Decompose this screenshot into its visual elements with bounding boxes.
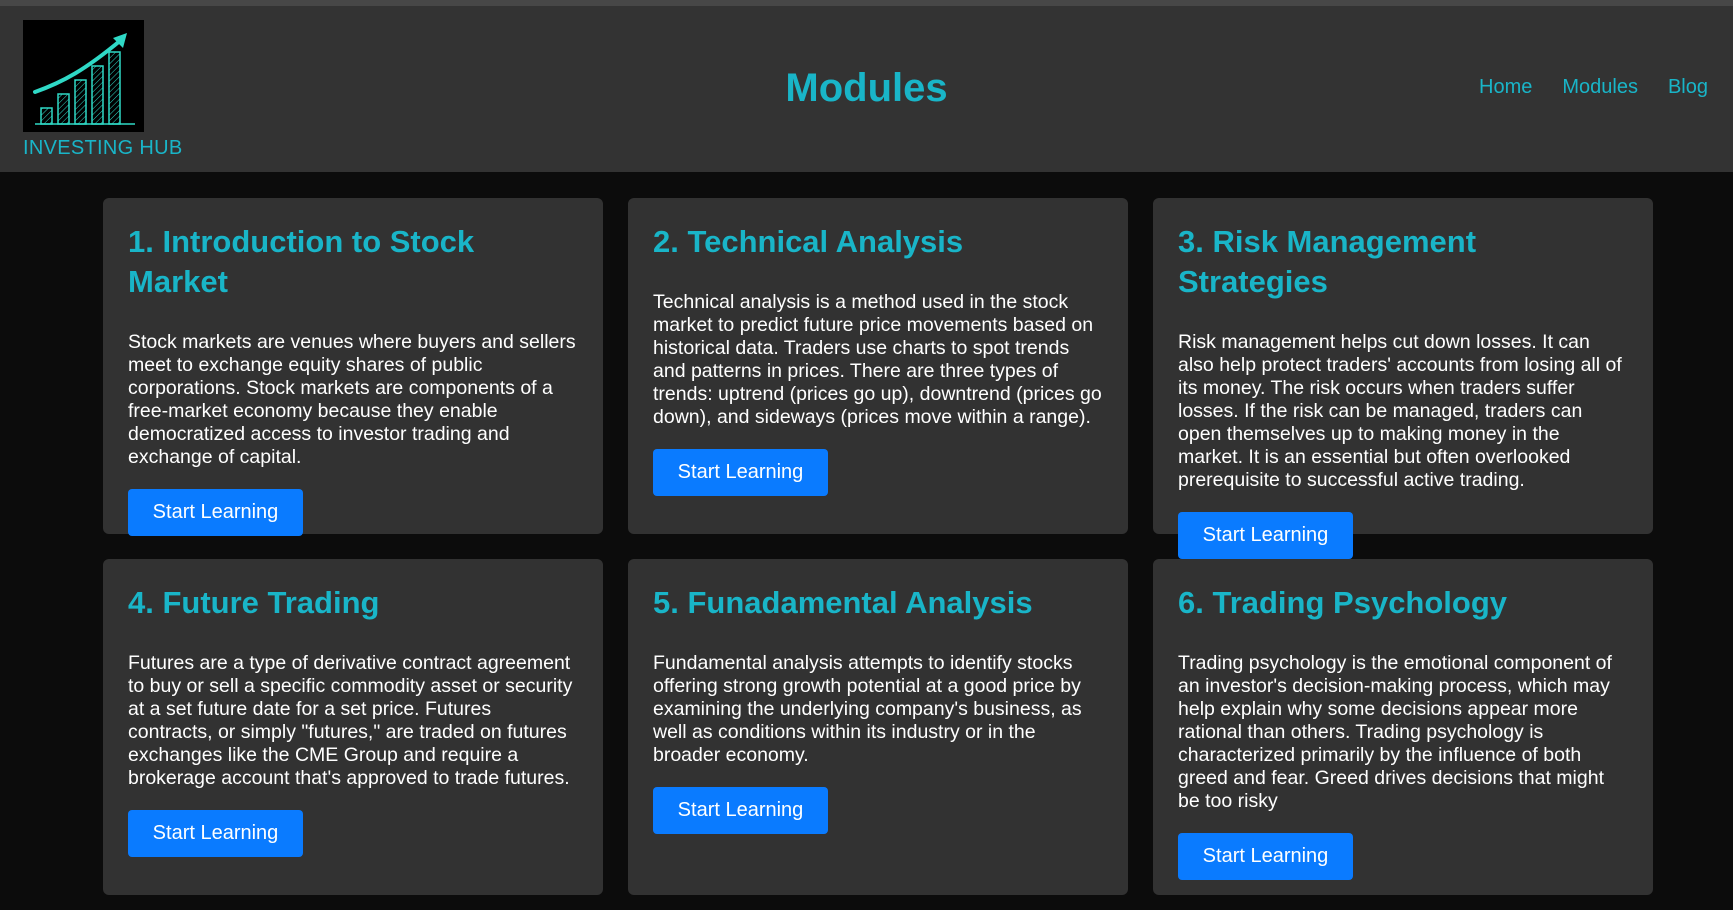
start-learning-button[interactable]: Start Learning [128,810,303,857]
module-card: 6. Trading Psychology Trading psychology… [1153,559,1653,895]
module-title: 6. Trading Psychology [1178,585,1508,620]
module-title: 2. Technical Analysis [653,224,964,259]
nav-link-modules[interactable]: Modules [1562,76,1638,99]
module-card: 5. Funadamental Analysis Fundamental ana… [628,559,1128,895]
start-learning-button[interactable]: Start Learning [653,449,828,496]
main-nav: Home Modules Blog [1479,76,1708,99]
module-description: Trading psychology is the emotional comp… [1178,652,1612,812]
module-title: 3. Risk Management Strategies [1178,224,1477,299]
module-card: 1. Introduction to Stock Market Stock ma… [103,198,603,536]
nav-link-blog[interactable]: Blog [1668,76,1708,99]
module-description: Technical analysis is a method used in t… [653,291,1102,428]
nav-link-home[interactable]: Home [1479,76,1532,99]
start-learning-button[interactable]: Start Learning [1178,833,1353,880]
start-learning-button[interactable]: Start Learning [128,489,303,536]
module-title: 4. Future Trading [128,585,380,620]
module-description: Stock markets are venues where buyers an… [128,331,576,468]
site-header: INVESTING HUB Modules Home Modules Blog [0,6,1733,172]
module-grid: 1. Introduction to Stock Market Stock ma… [103,198,1653,895]
module-card: 2. Technical Analysis Technical analysis… [628,198,1128,534]
module-description: Futures are a type of derivative contrac… [128,652,573,789]
brand-name: INVESTING HUB [23,137,183,159]
module-card: 3. Risk Management Strategies Risk manag… [1153,198,1653,559]
start-learning-button[interactable]: Start Learning [653,787,828,834]
module-title: 1. Introduction to Stock Market [128,224,475,299]
page-title: Modules [785,66,948,110]
module-description: Fundamental analysis attempts to identif… [653,652,1082,766]
start-learning-button[interactable]: Start Learning [1178,512,1353,559]
module-title: 5. Funadamental Analysis [653,585,1033,620]
module-card: 4. Future Trading Futures are a type of … [103,559,603,895]
module-description: Risk management helps cut down losses. I… [1178,331,1622,491]
